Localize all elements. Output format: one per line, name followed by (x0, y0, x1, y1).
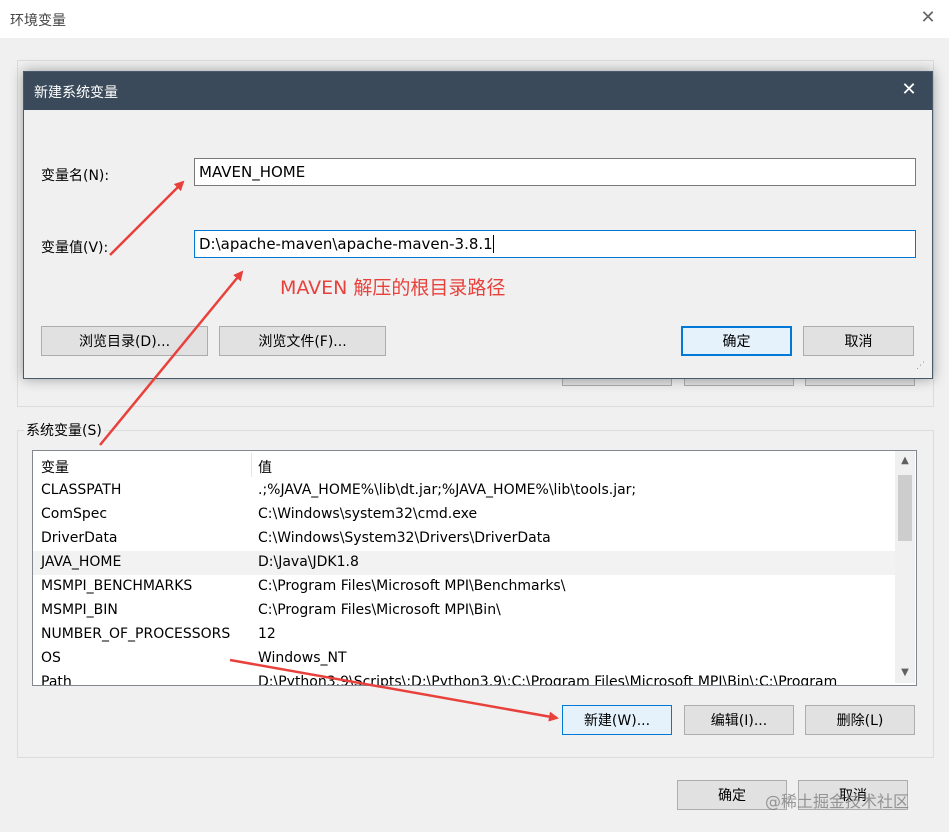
system-new-button[interactable]: 新建(W)... (562, 705, 672, 735)
row-value: C:\Program Files\Microsoft MPI\Bin\ (258, 602, 501, 618)
column-header-value[interactable]: 值 (258, 457, 272, 477)
table-row[interactable]: MSMPI_BENCHMARKS C:\Program Files\Micros… (33, 575, 895, 599)
row-name: NUMBER_OF_PROCESSORS (41, 626, 231, 642)
dialog-title: 新建系统变量 (34, 85, 118, 101)
variable-value-input[interactable]: D:\apache-maven\apache-maven-3.8.1 (194, 230, 916, 258)
table-scrollbar[interactable]: ▲ ▼ (895, 451, 915, 683)
dialog-close-icon[interactable]: ✕ (899, 80, 919, 100)
column-separator[interactable] (251, 453, 252, 477)
watermark-text: @稀土掘金技术社区 (765, 792, 910, 811)
system-variables-label: 系统变量(S) (24, 420, 104, 440)
outer-window-title: 环境变量 (10, 13, 66, 29)
row-name: ComSpec (41, 506, 108, 522)
row-value: C:\Windows\System32\Drivers\DriverData (258, 530, 551, 546)
resize-grip-icon[interactable]: ⋰ (916, 362, 928, 375)
variable-name-input[interactable]: MAVEN_HOME (194, 158, 916, 186)
row-name: DriverData (41, 530, 118, 546)
outer-titlebar: 环境变量 ✕ (0, 0, 949, 38)
row-name: Path (41, 674, 72, 686)
system-edit-button[interactable]: 编辑(I)... (684, 705, 794, 735)
variable-name-label: 变量名(N): (41, 168, 110, 184)
dialog-ok-button[interactable]: 确定 (681, 326, 792, 356)
system-variables-table[interactable]: 变量 值 CLASSPATH .;%JAVA_HOME%\lib\dt.jar;… (32, 450, 917, 686)
table-row-selected[interactable]: JAVA_HOME D:\Java\JDK1.8 (33, 551, 895, 575)
row-name: MSMPI_BIN (41, 602, 118, 618)
table-header: 变量 值 (33, 451, 895, 479)
new-system-variable-dialog: 新建系统变量 ✕ 变量名(N): MAVEN_HOME 变量值(V): D:\a… (23, 71, 933, 379)
dialog-titlebar[interactable]: 新建系统变量 ✕ (24, 72, 932, 110)
row-value: .;%JAVA_HOME%\lib\dt.jar;%JAVA_HOME%\lib… (258, 482, 637, 498)
dialog-cancel-button[interactable]: 取消 (803, 326, 914, 356)
scroll-down-icon[interactable]: ▼ (895, 663, 915, 683)
row-value: 12 (258, 626, 276, 642)
system-delete-button[interactable]: 删除(L) (805, 705, 915, 735)
row-value: Windows_NT (258, 650, 347, 666)
scrollbar-thumb[interactable] (898, 475, 912, 541)
row-name: MSMPI_BENCHMARKS (41, 578, 193, 594)
table-row[interactable]: OS Windows_NT (33, 647, 895, 671)
table-row[interactable]: ComSpec C:\Windows\system32\cmd.exe (33, 503, 895, 527)
table-row[interactable]: DriverData C:\Windows\System32\Drivers\D… (33, 527, 895, 551)
row-value: C:\Program Files\Microsoft MPI\Benchmark… (258, 578, 566, 594)
row-name: OS (41, 650, 61, 666)
row-name: JAVA_HOME (41, 554, 122, 570)
annotation-text: MAVEN 解压的根目录路径 (280, 277, 506, 299)
row-name: CLASSPATH (41, 482, 122, 498)
row-value: C:\Windows\system32\cmd.exe (258, 506, 478, 522)
table-row[interactable]: CLASSPATH .;%JAVA_HOME%\lib\dt.jar;%JAVA… (33, 479, 895, 503)
table-row[interactable]: NUMBER_OF_PROCESSORS 12 (33, 623, 895, 647)
variable-value-value: D:\apache-maven\apache-maven-3.8.1 (199, 235, 493, 253)
variable-value-label: 变量值(V): (41, 240, 109, 256)
row-value: D:\Python3.9\Scripts\;D:\Python3.9\;C:\P… (258, 674, 838, 686)
scroll-up-icon[interactable]: ▲ (895, 451, 915, 471)
column-header-name[interactable]: 变量 (41, 457, 69, 477)
table-row[interactable]: MSMPI_BIN C:\Program Files\Microsoft MPI… (33, 599, 895, 623)
browse-directory-button[interactable]: 浏览目录(D)... (41, 326, 208, 356)
table-row[interactable]: Path D:\Python3.9\Scripts\;D:\Python3.9\… (33, 671, 895, 686)
browse-file-button[interactable]: 浏览文件(F)... (219, 326, 386, 356)
variable-name-value: MAVEN_HOME (199, 163, 306, 181)
outer-close-icon[interactable]: ✕ (918, 8, 938, 28)
row-value: D:\Java\JDK1.8 (258, 554, 359, 570)
text-caret (492, 235, 494, 253)
